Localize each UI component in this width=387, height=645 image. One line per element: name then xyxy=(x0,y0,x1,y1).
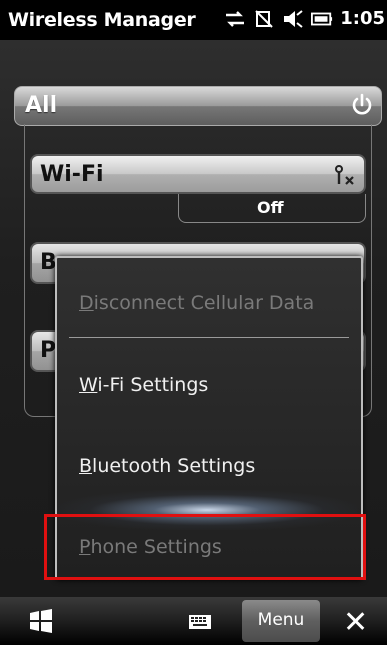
wifi-status: Off xyxy=(178,194,366,223)
status-bar: Wireless Manager 1:05 xyxy=(0,0,387,40)
all-toggle-bar[interactable]: All xyxy=(14,86,382,126)
windows-start-icon[interactable] xyxy=(28,609,54,633)
keyboard-icon[interactable] xyxy=(189,615,211,629)
close-icon[interactable]: ✕ xyxy=(343,605,368,640)
highlight-box xyxy=(44,514,366,580)
wifi-label: Wi-Fi xyxy=(40,162,104,187)
wifi-status-label: Off xyxy=(257,198,284,217)
phone-signal-off-icon xyxy=(255,9,273,28)
phone-label: P xyxy=(40,338,57,363)
battery-icon xyxy=(311,12,333,25)
menu-softkey-button[interactable]: Menu xyxy=(242,600,320,642)
softkey-bar: Menu ✕ xyxy=(0,597,387,645)
app-title: Wireless Manager xyxy=(8,9,196,31)
clock: 1:05 xyxy=(340,8,385,29)
power-icon[interactable] xyxy=(351,93,373,117)
menu-item-bluetooth-settings[interactable]: Bluetooth Settings xyxy=(79,455,255,477)
menu-item-disconnect-cellular-data[interactable]: Disconnect Cellular Data xyxy=(79,292,314,314)
all-label: All xyxy=(25,93,58,118)
volume-icon xyxy=(284,9,303,28)
wifi-toggle-bar[interactable]: Wi-Fi xyxy=(30,154,366,194)
data-connection-icon xyxy=(226,10,245,27)
menu-item-wifi-settings[interactable]: Wi-Fi Settings xyxy=(79,374,208,396)
wifi-antenna-off-icon xyxy=(335,165,354,185)
menu-separator xyxy=(69,337,349,338)
menu-softkey-label: Menu xyxy=(257,610,305,630)
